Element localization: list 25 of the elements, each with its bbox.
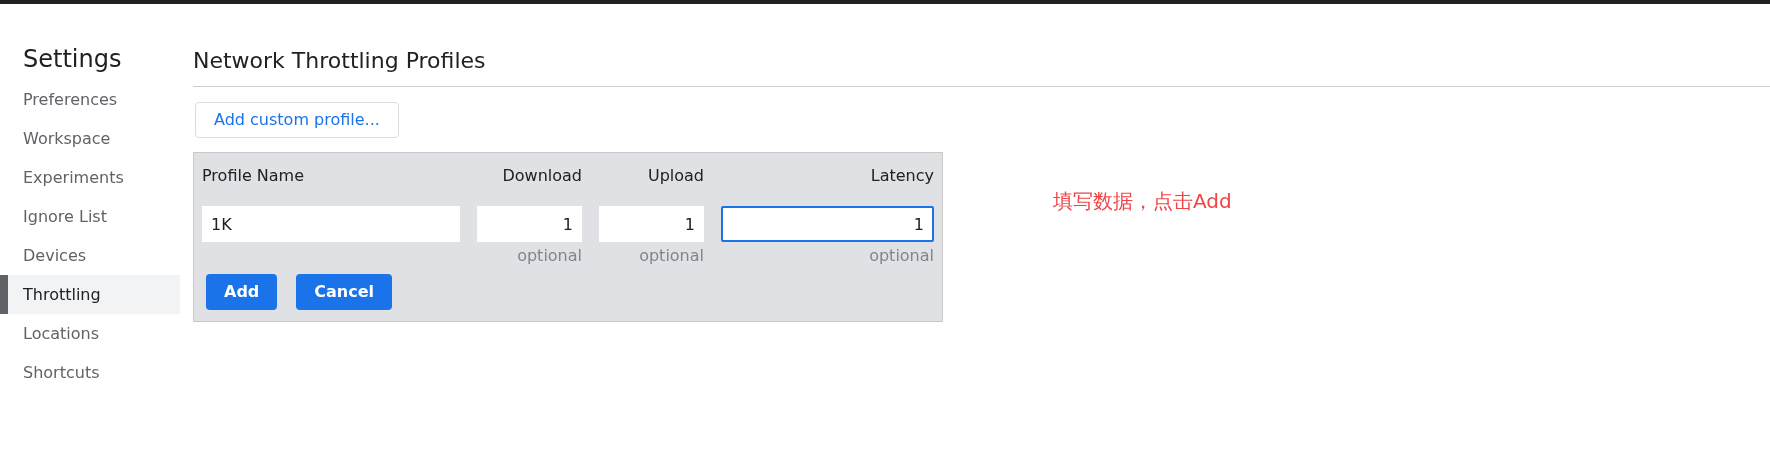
sidebar-item[interactable]: Experiments xyxy=(0,158,180,197)
hint-text: optional xyxy=(517,245,582,267)
sidebar-item[interactable]: Locations xyxy=(0,314,180,353)
annotation-text: 填写数据，点击Add xyxy=(1053,188,1232,215)
cancel-button[interactable]: Cancel xyxy=(296,274,393,310)
add-button[interactable]: Add xyxy=(206,274,278,310)
column-label: Profile Name xyxy=(202,165,306,187)
hint-text: optional xyxy=(639,245,704,267)
sidebar-item[interactable]: Ignore List xyxy=(0,197,180,236)
input-field[interactable]: 1 xyxy=(721,206,934,242)
input-field[interactable]: 1K xyxy=(202,206,460,242)
input-field[interactable]: 1 xyxy=(599,206,704,242)
sidebar-item[interactable]: Shortcuts xyxy=(0,353,180,392)
page-title: Network Throttling Profiles xyxy=(193,47,486,75)
sidebar-item[interactable]: Devices xyxy=(0,236,180,275)
sidebar-item[interactable]: Workspace xyxy=(0,119,180,158)
column-label: Upload xyxy=(646,165,704,187)
sidebar-title: Settings xyxy=(22,44,123,75)
input-field[interactable]: 1 xyxy=(477,206,582,242)
column-label: Download xyxy=(501,165,582,187)
hint-text: optional xyxy=(869,245,934,267)
sidebar-item[interactable]: Preferences xyxy=(0,80,180,119)
sidebar-item[interactable]: Throttling xyxy=(0,275,180,314)
add-custom-profile-button[interactable]: Add custom profile... xyxy=(195,102,399,138)
column-label: Latency xyxy=(869,165,934,187)
